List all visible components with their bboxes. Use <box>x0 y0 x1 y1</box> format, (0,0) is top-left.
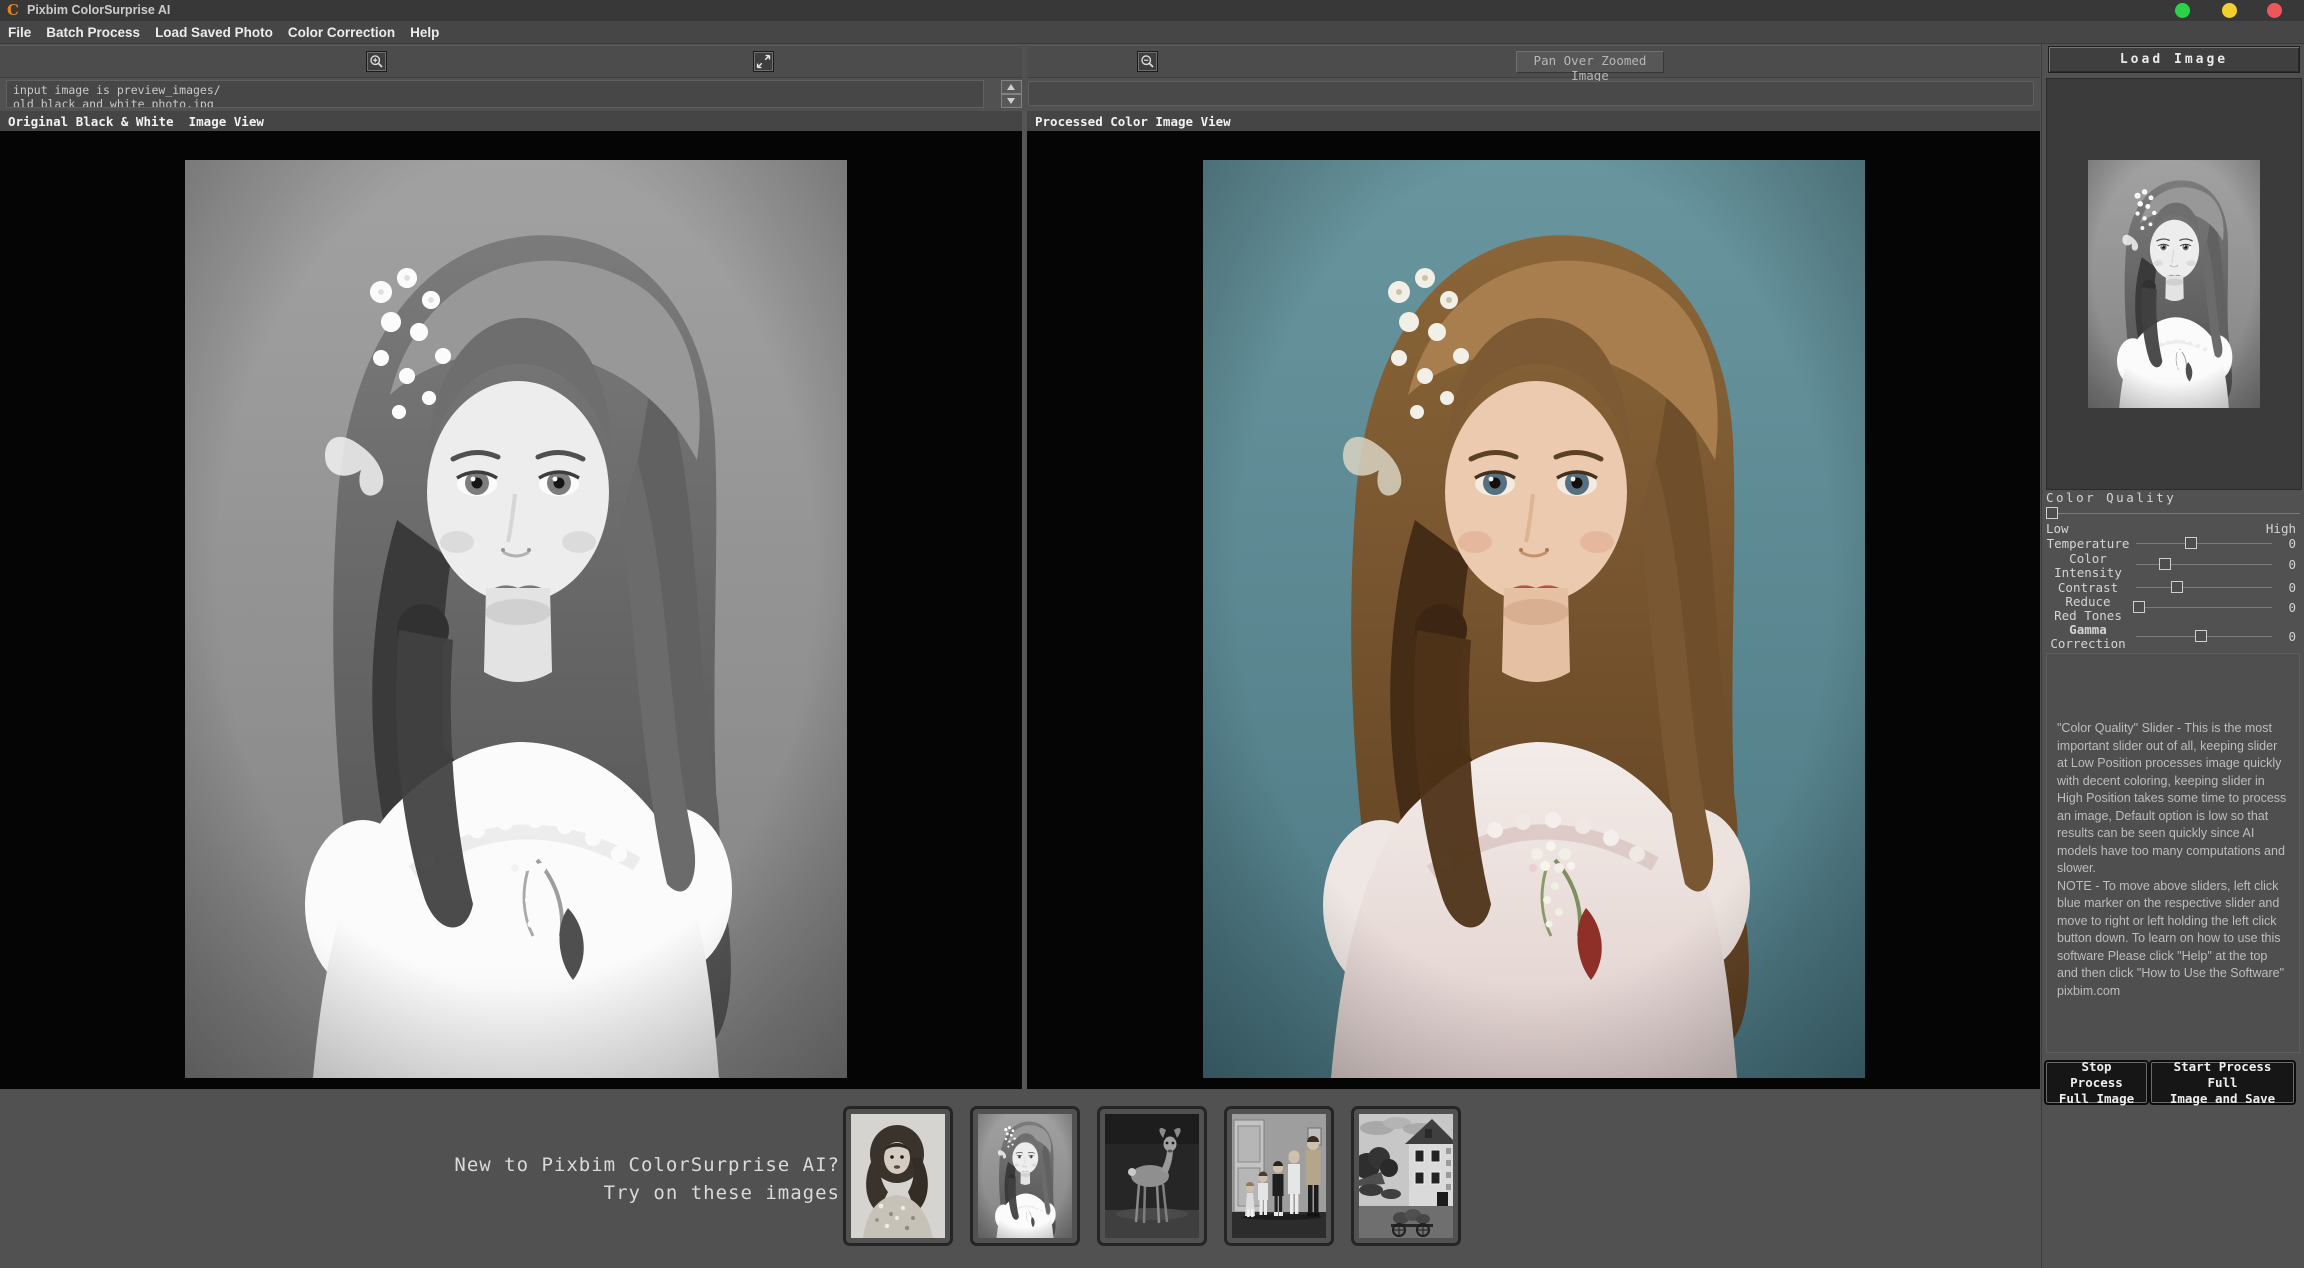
zoom-out-button[interactable] <box>1137 51 1158 72</box>
processed-image-view[interactable] <box>1027 131 2040 1089</box>
promo-line2: Try on these images <box>603 1182 840 1204</box>
input-image-info-line1: input image is preview_images/ <box>13 83 221 97</box>
magnifier-minus-icon <box>1141 55 1154 68</box>
gamma-correction-value: 0 <box>2288 629 2296 644</box>
color-intensity-slider-track[interactable] <box>2136 564 2272 565</box>
sample-thumbnail-farmhouse[interactable] <box>1351 1106 1461 1246</box>
reduce-red-tones-value: 0 <box>2288 600 2296 615</box>
original-image-view[interactable] <box>0 131 1022 1089</box>
menu-help[interactable]: Help <box>410 25 439 40</box>
color-quality-slider-track[interactable] <box>2046 513 2300 514</box>
help-text: "Color Quality" Slider - This is the mos… <box>2057 721 2287 998</box>
promo-text: New to Pixbim ColorSurprise AI? Try on t… <box>240 1151 840 1207</box>
title-bar: C Pixbim ColorSurprise AI <box>0 0 2304 21</box>
contrast-label: Contrast <box>2057 580 2119 595</box>
pan-over-zoomed-image-button[interactable]: Pan Over Zoomed Image <box>1516 51 1664 83</box>
contrast-value: 0 <box>2288 580 2296 595</box>
zoom-in-button[interactable] <box>366 51 387 72</box>
color-intensity-label-line1: Color <box>2069 551 2107 566</box>
temperature-label: Temperature <box>2046 536 2130 551</box>
magnifier-plus-icon <box>370 55 383 68</box>
left-panel-header-label: Original Black & White Image View <box>8 113 264 129</box>
loaded-image-thumbnail <box>2088 160 2260 408</box>
sample-thumbnail-family[interactable] <box>1224 1106 1334 1246</box>
window-button-green[interactable] <box>2175 3 2190 18</box>
temperature-slider-handle[interactable] <box>2185 537 2197 549</box>
help-text-panel: "Color Quality" Slider - This is the mos… <box>2046 653 2300 1053</box>
processed-color-photo <box>1203 160 1865 1078</box>
vintage-woman-art <box>851 1114 945 1238</box>
gamma-correction-slider-handle[interactable] <box>2195 630 2207 642</box>
diagonal-arrows-icon <box>756 54 771 69</box>
color-quality-slider-handle[interactable] <box>2046 507 2058 519</box>
temperature-slider-track[interactable] <box>2136 543 2272 544</box>
input-image-info-line2: old black and white photo.jpg <box>13 97 214 108</box>
app-logo-icon: C <box>7 1 19 19</box>
deer-art <box>1105 1114 1199 1238</box>
temperature-value: 0 <box>2288 536 2296 551</box>
window-button-red[interactable] <box>2267 3 2282 18</box>
original-bw-photo <box>185 160 847 1078</box>
left-panel-header: Original Black & White Image View <box>0 111 1022 131</box>
stop-process-button[interactable]: Stop Process Full Image <box>2046 1059 2147 1106</box>
left-panel-toolbar <box>0 45 1022 78</box>
triangle-up-icon <box>1007 84 1015 90</box>
menu-file[interactable]: File <box>8 25 31 40</box>
fit-expand-button[interactable] <box>753 51 774 72</box>
color-intensity-slider-handle[interactable] <box>2159 558 2171 570</box>
window-title: Pixbim ColorSurprise AI <box>27 3 171 17</box>
contrast-slider-track[interactable] <box>2136 587 2272 588</box>
family-group-art <box>1232 1114 1326 1238</box>
menu-batch-process[interactable]: Batch Process <box>46 25 140 40</box>
input-image-info: input image is preview_images/ old black… <box>6 80 984 108</box>
color-quality-heading: Color Quality <box>2046 490 2177 505</box>
contrast-slider-handle[interactable] <box>2171 581 2183 593</box>
bottom-strip: New to Pixbim ColorSurprise AI? Try on t… <box>0 1089 2042 1268</box>
right-panel-header: Processed Color Image View <box>1027 111 2040 131</box>
color-intensity-label-line2: Intensity <box>2054 565 2122 580</box>
loaded-image-preview-panel <box>2046 78 2302 490</box>
menu-load-saved-photo[interactable]: Load Saved Photo <box>155 25 273 40</box>
color-intensity-value: 0 <box>2288 557 2296 572</box>
right-panel-toolbar: Pan Over Zoomed Image <box>1027 45 2040 83</box>
gamma-correction-label-line1: Gamma <box>2069 622 2107 637</box>
sample-image-strip <box>843 1106 1461 1246</box>
start-process-button[interactable]: Start Process Full Image and Save <box>2151 1059 2294 1106</box>
low-label: Low <box>2046 521 2069 536</box>
menu-bar: File Batch Process Load Saved Photo Colo… <box>0 21 2304 44</box>
right-panel-header-label: Processed Color Image View <box>1035 113 1231 129</box>
zoom-value-field[interactable] <box>1028 81 2034 106</box>
reduce-red-tones-label-line1: Reduce <box>2065 594 2111 609</box>
window-button-yellow[interactable] <box>2222 3 2237 18</box>
triangle-down-icon <box>1007 98 1015 104</box>
reduce-red-tones-slider-handle[interactable] <box>2133 601 2145 613</box>
zoom-spinner <box>1001 80 1022 108</box>
sidebar-separator <box>2041 44 2042 1268</box>
spinner-down-button[interactable] <box>1001 94 1022 108</box>
sample-thumbnail-woman[interactable] <box>843 1106 953 1246</box>
gamma-correction-label-line2: Correction <box>2050 636 2126 651</box>
farmhouse-art <box>1359 1114 1453 1238</box>
sample-thumbnail-girl[interactable] <box>970 1106 1080 1246</box>
app-window: { "title_bar": { "logo_glyph": "C", "tit… <box>0 0 2304 1268</box>
reduce-red-tones-label-line2: Red Tones <box>2054 608 2122 623</box>
promo-line1: New to Pixbim ColorSurprise AI? <box>454 1154 840 1176</box>
spinner-up-button[interactable] <box>1001 80 1022 94</box>
load-image-button[interactable]: Load Image <box>2048 46 2300 73</box>
sample-thumbnail-deer[interactable] <box>1097 1106 1207 1246</box>
menu-color-correction[interactable]: Color Correction <box>288 25 395 40</box>
reduce-red-tones-slider-track[interactable] <box>2136 607 2272 608</box>
vintage-girl-art <box>978 1114 1072 1238</box>
high-label: High <box>2265 521 2296 536</box>
